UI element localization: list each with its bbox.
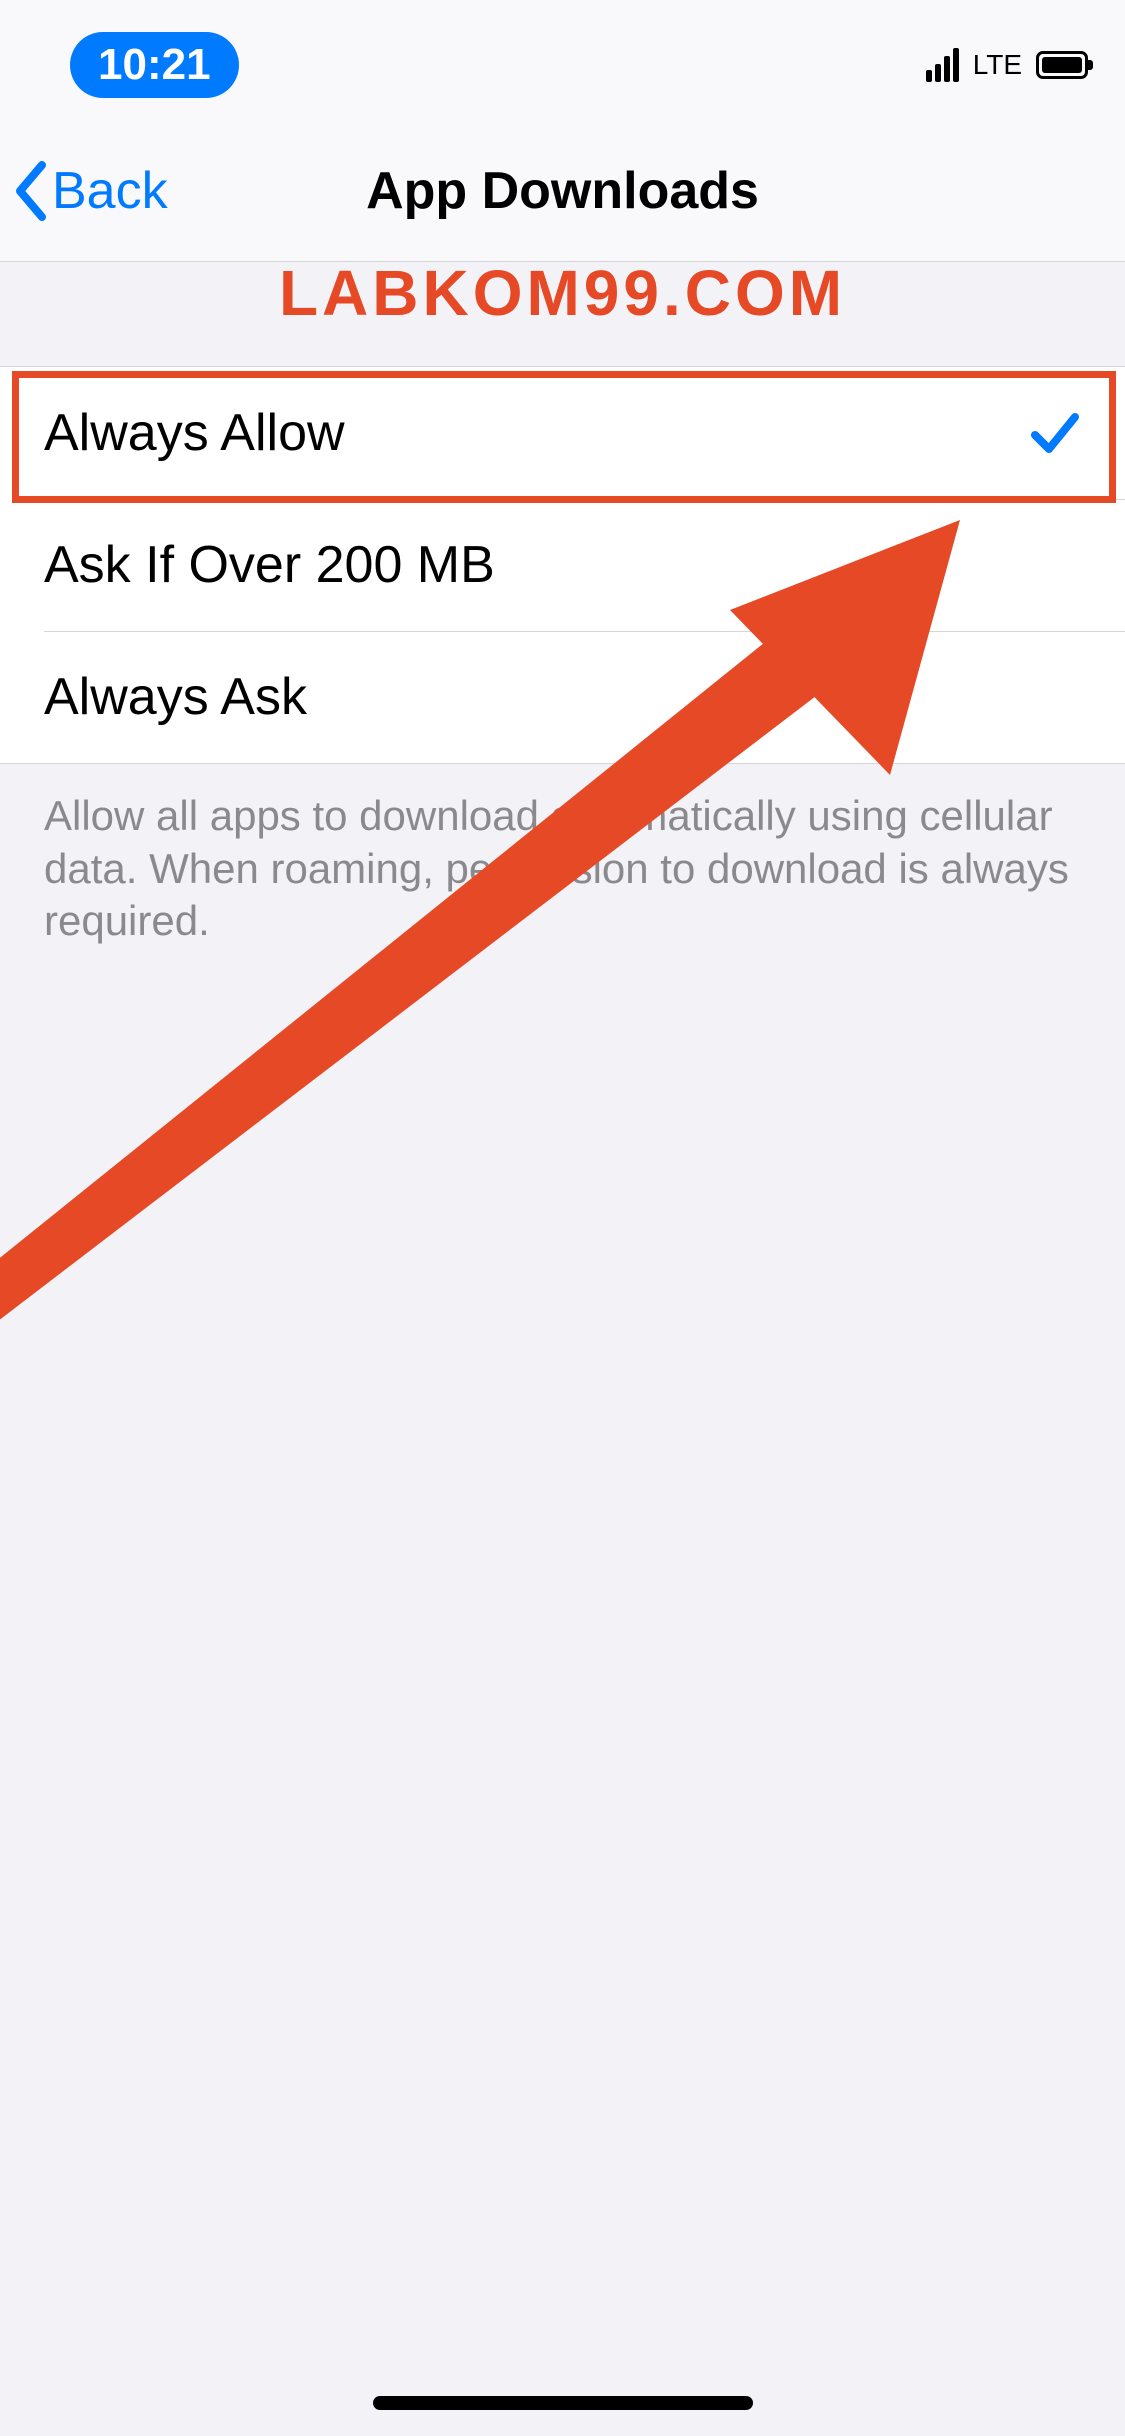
chevron-left-icon (14, 161, 50, 221)
option-label: Always Ask (44, 667, 307, 727)
battery-icon (1036, 51, 1088, 79)
section-footer-text: Allow all apps to download automatically… (0, 764, 1125, 974)
watermark-text: LABKOM99.COM (0, 256, 1125, 330)
option-ask-if-over[interactable]: Ask If Over 200 MB (0, 499, 1125, 631)
status-time: 10:21 (98, 40, 211, 90)
options-list: Always Allow Ask If Over 200 MB Always A… (0, 366, 1125, 764)
nav-bar: Back App Downloads (0, 120, 1125, 262)
back-button[interactable]: Back (0, 161, 168, 221)
cellular-signal-icon (926, 48, 959, 82)
status-time-pill: 10:21 (70, 32, 239, 98)
back-label: Back (52, 161, 168, 221)
network-label: LTE (973, 49, 1022, 81)
page-title: App Downloads (0, 161, 1125, 221)
option-label: Ask If Over 200 MB (44, 535, 495, 595)
checkmark-icon (1029, 407, 1081, 459)
status-right: LTE (926, 48, 1088, 82)
home-indicator (373, 2396, 753, 2410)
option-always-ask[interactable]: Always Ask (0, 631, 1125, 763)
option-label: Always Allow (44, 403, 345, 463)
status-bar: 10:21 LTE (0, 0, 1125, 120)
option-always-allow[interactable]: Always Allow (0, 367, 1125, 499)
